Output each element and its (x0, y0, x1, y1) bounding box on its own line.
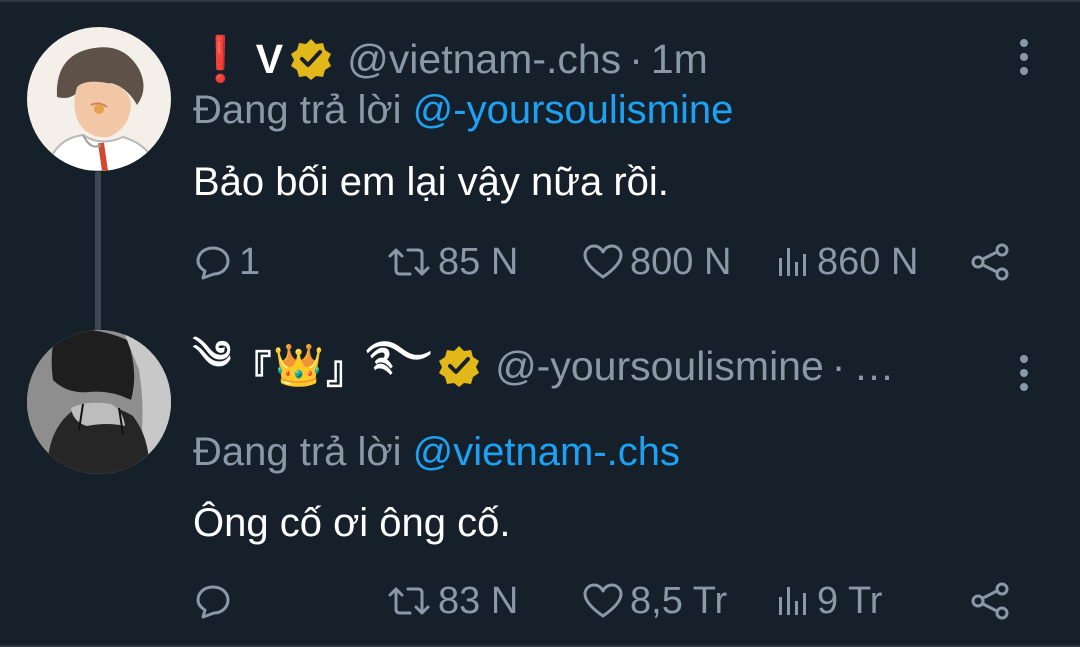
reply-count: 1 (239, 240, 261, 283)
display-name[interactable]: ༄ 『 👑 』 ࿐ (193, 310, 495, 423)
views-chart-icon (777, 242, 811, 282)
heart-icon (582, 242, 624, 282)
replying-label: Đang trả lời (193, 430, 402, 474)
retweet-count: 83 N (438, 579, 519, 622)
share-button[interactable] (969, 234, 1011, 290)
replying-to: Đang trả lời @-yoursoulismine (193, 88, 733, 133)
view-count: 9 Tr (817, 579, 883, 622)
display-name[interactable]: ❗ V (193, 33, 347, 85)
reply-icon (193, 581, 233, 621)
timestamp[interactable]: 1m (651, 36, 708, 83)
view-count: 860 N (817, 240, 919, 283)
heart-icon (582, 581, 624, 621)
retweet-icon (386, 581, 432, 621)
retweet-count: 85 N (438, 240, 519, 283)
user-handle[interactable]: @-yoursoulismine (495, 343, 824, 390)
avatar[interactable] (27, 27, 171, 171)
verified-badge-icon (437, 344, 481, 388)
like-button[interactable]: 800 N (582, 234, 731, 290)
name-close-bracket: 』 (326, 349, 365, 392)
tweet-text: Ông cố ơi ông cố. (193, 501, 511, 545)
share-icon (969, 242, 1011, 282)
share-icon (969, 581, 1011, 621)
display-name-text: V (255, 35, 284, 82)
replying-label: Đang trả lời (193, 88, 402, 132)
share-button[interactable] (969, 573, 1011, 629)
like-count: 8,5 Tr (630, 579, 728, 622)
truncation-ellipsis: … (853, 342, 895, 389)
crown-emoji: 👑 (273, 342, 325, 388)
retweet-button[interactable]: 83 N (386, 573, 518, 629)
separator-dot: · (831, 342, 846, 389)
tweet[interactable]: ❗ V @vietnam-.chs · 1m Đang trả lời @-yo… (0, 0, 1080, 342)
more-vertical-icon[interactable] (1014, 38, 1034, 78)
retweet-icon (386, 242, 432, 282)
tweet-text: Bảo bối em lại vậy nữa rồi. (193, 160, 669, 204)
reply-button[interactable] (193, 573, 239, 629)
avatar[interactable] (27, 330, 171, 474)
exclamation-emoji: ❗ (193, 35, 248, 84)
views-button[interactable]: 9 Tr (777, 573, 882, 629)
reply-button[interactable]: 1 (193, 234, 260, 290)
name-open-bracket: 『 (233, 349, 272, 392)
more-vertical-icon[interactable] (1014, 354, 1034, 394)
replying-mention-link[interactable]: @-yoursoulismine (413, 88, 734, 132)
name-decoration-left: ༄ (193, 333, 232, 378)
tweet-actions: 83 N 8,5 Tr 9 Tr (193, 573, 1023, 629)
timeline: ❗ V @vietnam-.chs · 1m Đang trả lời @-yo… (0, 0, 1080, 647)
tweet[interactable]: ༄ 『 👑 』 ࿐ @-yoursoulismine · … Đang trả … (0, 318, 1080, 647)
replying-mention-link[interactable]: @vietnam-.chs (413, 430, 680, 474)
user-handle[interactable]: @vietnam-.chs (347, 36, 621, 83)
tweet-actions: 1 85 N 800 N 860 N (193, 234, 1023, 290)
name-decoration-right: ࿐ (366, 333, 432, 378)
like-count: 800 N (630, 240, 732, 283)
replying-to: Đang trả lời @vietnam-.chs (193, 430, 680, 475)
separator-dot: · (629, 35, 643, 82)
views-chart-icon (777, 581, 811, 621)
verified-badge-icon (289, 37, 333, 81)
views-button[interactable]: 860 N (777, 234, 918, 290)
thread-connector (95, 171, 101, 342)
tweet-header: ༄ 『 👑 』 ࿐ @-yoursoulismine · … (193, 334, 895, 396)
retweet-button[interactable]: 85 N (386, 234, 518, 290)
reply-icon (193, 242, 233, 282)
like-button[interactable]: 8,5 Tr (582, 573, 727, 629)
tweet-header: ❗ V @vietnam-.chs · 1m (193, 29, 708, 89)
